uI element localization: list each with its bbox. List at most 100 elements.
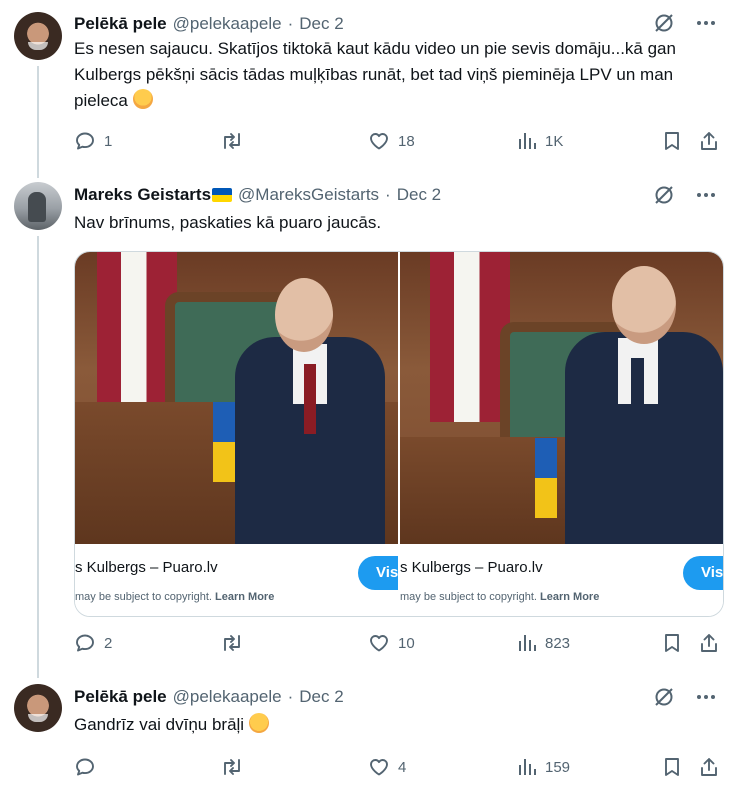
bookmark-button[interactable] [661,130,683,152]
more-options-icon[interactable] [695,686,717,708]
view-count: 1K [545,132,564,150]
tweet-actions: 4 159 [74,756,720,780]
ukraine-flag-emoji [212,188,233,202]
learn-more-link[interactable]: Learn More [540,591,599,603]
share-icon [701,634,717,652]
tweet-text-content: Es nesen sajaucu. Skatījos tiktokā kaut … [74,39,676,110]
grok-icon[interactable] [653,686,675,708]
tweet[interactable]: Pelēkā pele @pelekaapele · Dec 2 Es nese… [0,0,733,170]
tweet-top-icons [653,686,717,708]
more-options-icon[interactable] [695,184,717,206]
share-button[interactable] [698,632,720,654]
face-palm-emoji [132,89,153,109]
tweet-date[interactable]: Dec 2 [299,14,343,34]
repost-button[interactable] [220,756,244,778]
views-chart-icon [519,133,536,149]
tweet-text-content: Gandrīz vai dvīņu brāļi [74,715,245,734]
card-title[interactable]: s Kulbergs – Puaro.lv [75,559,218,576]
reply-button[interactable] [74,756,96,778]
author-handle[interactable]: @MareksGeistarts [238,185,379,205]
visit-button[interactable]: Vis [683,556,723,590]
views-button[interactable]: 1K [515,130,563,152]
tweet[interactable]: Pelēkā pele @pelekaapele · Dec 2 Gandrīz… [0,672,733,788]
views-chart-icon [519,759,536,775]
share-button[interactable] [698,756,720,778]
tweet-top-icons [653,12,717,34]
tweet-header: Pelēkā pele @pelekaapele · Dec 2 [74,12,344,36]
like-button[interactable]: 4 [368,756,406,778]
speaker-tie [631,358,644,428]
share-button[interactable] [698,130,720,152]
like-count: 10 [398,634,415,652]
avatar[interactable] [14,12,62,60]
like-button[interactable]: 18 [368,130,415,152]
link-card-caption: s Kulbergs – Puaro.lv may be subject to … [400,544,723,616]
author-name[interactable]: Pelēkā pele [74,14,167,34]
heart-icon [370,635,388,652]
visit-button[interactable]: Vis [358,556,398,590]
author-name[interactable]: Pelēkā pele [74,687,167,707]
like-count: 18 [398,132,415,150]
copyright-note: may be subject to copyright. Learn More [400,591,599,603]
author-handle[interactable]: @pelekaapele [173,687,282,707]
copyright-text: may be subject to copyright. [400,591,537,603]
bookmark-icon [665,758,679,776]
separator-dot: · [287,14,294,33]
reply-icon [76,758,94,776]
image-card[interactable]: s Kulbergs – Puaro.lv may be subject to … [400,252,723,616]
tweet-date[interactable]: Dec 2 [299,687,343,707]
reply-count: 1 [104,132,113,150]
separator-dot: · [287,687,294,706]
grok-icon[interactable] [653,184,675,206]
bookmark-button[interactable] [661,632,683,654]
latvia-flag-photo [430,252,510,422]
views-button[interactable]: 159 [515,756,570,778]
share-icon [701,132,717,150]
tweet-text: Nav brīnums, paskaties kā puaro jaucās. [74,213,382,232]
photo-speaker-standing[interactable] [400,252,723,544]
tweet-header: Mareks Geistarts @MareksGeistarts · Dec … [74,183,441,207]
bookmark-icon [665,132,679,150]
author-name[interactable]: Mareks Geistarts [74,185,211,205]
card-title[interactable]: s Kulbergs – Puaro.lv [400,559,543,576]
reply-button[interactable]: 1 [74,130,112,152]
tweet-top-icons [653,184,717,206]
heart-icon [370,133,388,150]
reply-icon [76,132,94,150]
author-handle[interactable]: @pelekaapele [173,14,282,34]
bookmark-icon [665,634,679,652]
avatar[interactable] [14,684,62,732]
like-button[interactable]: 10 [368,632,415,654]
copyright-note: may be subject to copyright. Learn More [75,591,274,603]
view-count: 823 [545,634,571,652]
reply-button[interactable]: 2 [74,632,112,654]
learn-more-link[interactable]: Learn More [215,591,274,603]
speaker-head [275,278,333,352]
image-card[interactable]: s Kulbergs – Puaro.lv may be subject to … [75,252,398,616]
ukraine-flag-photo [213,402,235,482]
photo-speaker-at-podium[interactable] [75,252,398,544]
repost-button[interactable] [220,130,244,152]
link-card-caption: s Kulbergs – Puaro.lv may be subject to … [75,544,398,616]
tweet-header: Pelēkā pele @pelekaapele · Dec 2 [74,685,344,709]
more-options-icon[interactable] [695,12,717,34]
avatar[interactable] [14,182,62,230]
view-count: 159 [545,758,571,776]
tweet-text: Gandrīz vai dvīņu brāļi [74,712,724,738]
bookmark-button[interactable] [661,756,683,778]
reply-count: 2 [104,634,113,652]
grok-icon[interactable] [653,12,675,34]
reply-icon [76,634,94,652]
tweet-actions: 2 10 823 [74,632,720,656]
views-button[interactable]: 823 [515,632,570,654]
tweet-date[interactable]: Dec 2 [397,185,441,205]
repost-button[interactable] [220,632,244,654]
share-icon [701,758,717,776]
speaker-head [612,266,676,344]
tweet-text: Es nesen sajaucu. Skatījos tiktokā kaut … [74,36,724,114]
repost-icon [224,759,240,775]
speaker-tie [304,364,316,434]
heart-icon [370,759,388,776]
tweet-actions: 1 18 1K [74,130,720,154]
separator-dot: · [385,185,391,204]
